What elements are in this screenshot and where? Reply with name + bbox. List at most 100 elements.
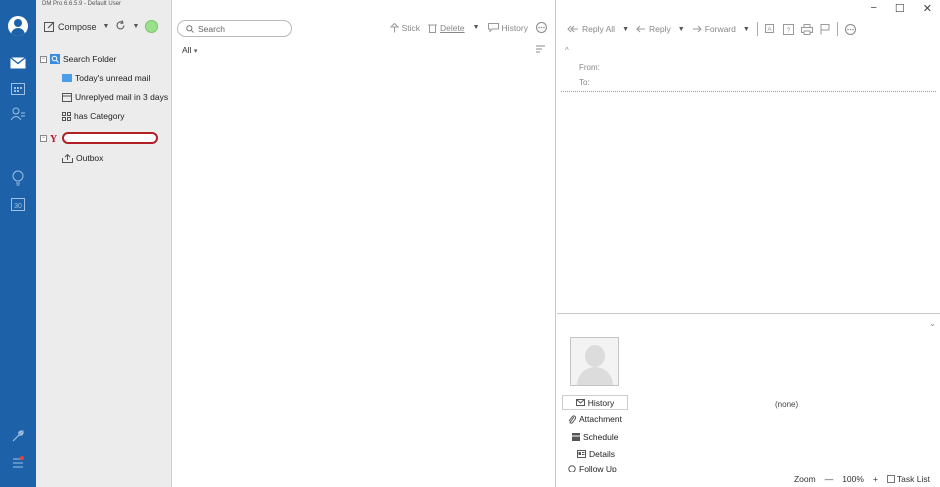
compose-button[interactable]: Compose (44, 21, 97, 32)
zoom-out-button[interactable]: — (825, 474, 834, 484)
more-options-icon[interactable] (536, 22, 547, 33)
search-placeholder: Search (198, 23, 225, 34)
tree-account[interactable]: − Y (40, 132, 158, 144)
tab-history-label: History (587, 397, 615, 408)
status-bar: Zoom — 100% + Task List (794, 474, 930, 484)
tree-todays-unread[interactable]: Today's unread mail (62, 73, 150, 83)
online-status-icon[interactable] (145, 20, 159, 33)
more-options-icon[interactable] (844, 23, 856, 35)
toolbar-separator (756, 22, 758, 36)
mail-folder-icon (62, 74, 72, 82)
calendar-day-icon[interactable]: 30 (8, 194, 28, 214)
refresh-icon[interactable] (115, 20, 126, 33)
redacted-account-name (62, 132, 158, 144)
reply-label: Reply (649, 24, 671, 34)
translate-icon[interactable]: A (764, 23, 776, 35)
pin-icon (389, 22, 399, 32)
header-divider (561, 91, 936, 92)
task-list-checkbox[interactable] (886, 475, 895, 483)
reading-pane: − ☐ ✕ Reply All ▼ Reply ▼ Forward ▼ A ? … (557, 0, 940, 487)
task-list-label: Task List (896, 474, 930, 484)
reply-all-button[interactable]: Reply All (567, 24, 615, 34)
paperclip-icon (568, 414, 576, 424)
calendar-icon[interactable] (8, 78, 28, 98)
trash-icon (428, 24, 438, 33)
stick-label: Stick (401, 22, 421, 33)
maximize-icon[interactable]: ☐ (895, 2, 905, 15)
tab-history[interactable]: History (562, 395, 628, 410)
tab-details[interactable]: Details (577, 449, 615, 459)
close-icon[interactable]: ✕ (923, 2, 932, 15)
follow-up-icon (568, 465, 576, 472)
forward-label: Forward (704, 24, 736, 34)
from-label: From: (579, 63, 600, 72)
history-button[interactable]: History (487, 22, 528, 33)
tab-attachment[interactable]: Attachment (568, 414, 622, 424)
svg-text:Y: Y (50, 134, 58, 143)
svg-text:30: 30 (14, 203, 22, 210)
history-label: History (501, 22, 528, 33)
flag-icon[interactable] (820, 23, 830, 35)
tab-schedule[interactable]: Schedule (572, 432, 618, 442)
print-icon[interactable] (800, 23, 813, 35)
toolbar-separator (836, 22, 838, 36)
compose-label: Compose (58, 21, 97, 32)
chat-history-icon (487, 23, 499, 32)
tab-follow-up[interactable]: Follow Up (568, 464, 617, 472)
zoom-label: Zoom (793, 474, 816, 484)
reply-all-dropdown-icon[interactable]: ▼ (622, 26, 629, 33)
unreplied-icon (62, 92, 72, 102)
pane-splitter[interactable] (557, 313, 940, 314)
all-filter-dropdown[interactable]: All ▾ (182, 45, 197, 55)
tools-icon[interactable] (8, 426, 28, 446)
menu-icon[interactable] (8, 452, 28, 472)
search-input[interactable]: Search (177, 20, 292, 37)
collapse-toggle-icon[interactable]: − (40, 134, 47, 142)
chevron-down-icon[interactable]: ⌄ (929, 319, 936, 328)
tree-unreplied[interactable]: Unreplyed mail in 3 days (62, 92, 168, 102)
tree-search-folder[interactable]: − Search Folder (40, 54, 116, 64)
delete-button[interactable]: Delete (428, 23, 465, 33)
list-toolbar: Stick Delete ▼ History (389, 22, 547, 33)
reply-icon (636, 25, 646, 33)
to-label: To: (579, 78, 590, 87)
contacts-icon[interactable] (8, 104, 28, 124)
reply-dropdown-icon[interactable]: ▼ (678, 26, 685, 33)
yahoo-logo-icon: Y (50, 134, 58, 143)
reply-button[interactable]: Reply (636, 24, 671, 34)
forward-dropdown-icon[interactable]: ▼ (743, 26, 750, 33)
category-icon (62, 111, 71, 121)
todays-unread-label: Today's unread mail (75, 73, 151, 83)
search-icon (186, 24, 194, 33)
tab-details-label: Details (589, 449, 615, 459)
message-list-pane: Search Stick Delete ▼ History All ▾ (173, 0, 556, 487)
forward-button[interactable]: Forward (692, 24, 736, 34)
delete-dropdown-icon[interactable]: ▼ (473, 24, 480, 31)
collapse-header-icon[interactable]: ^ (565, 46, 569, 55)
zoom-in-button[interactable]: + (873, 474, 878, 484)
search-folder-label: Search Folder (63, 54, 117, 64)
delete-label: Delete (440, 22, 465, 33)
refresh-dropdown-icon[interactable]: ▼ (132, 23, 139, 30)
reply-all-label: Reply All (582, 24, 616, 34)
tree-has-category[interactable]: has Category (62, 111, 125, 121)
stick-button[interactable]: Stick (389, 22, 421, 33)
compose-dropdown-icon[interactable]: ▼ (103, 23, 110, 30)
reader-toolbar: Reply All ▼ Reply ▼ Forward ▼ A ? (567, 22, 856, 36)
mail-icon[interactable] (8, 53, 28, 73)
notes-bulb-icon[interactable] (8, 168, 28, 188)
tree-outbox[interactable]: Outbox (62, 153, 103, 163)
mail-icon (575, 399, 585, 406)
outbox-label: Outbox (76, 153, 104, 163)
minimize-icon[interactable]: − (870, 2, 876, 15)
task-list-toggle[interactable]: Task List (886, 474, 930, 484)
collapse-toggle-icon[interactable]: − (40, 55, 47, 63)
user-avatar-icon[interactable] (8, 16, 28, 36)
sort-icon[interactable] (536, 45, 545, 53)
schedule-icon (572, 433, 580, 441)
svg-text:?: ? (786, 27, 790, 34)
has-category-label: has Category (74, 111, 125, 121)
help-icon[interactable]: ? (782, 23, 794, 35)
contact-avatar (570, 337, 619, 386)
tab-attachment-label: Attachment (579, 414, 622, 424)
